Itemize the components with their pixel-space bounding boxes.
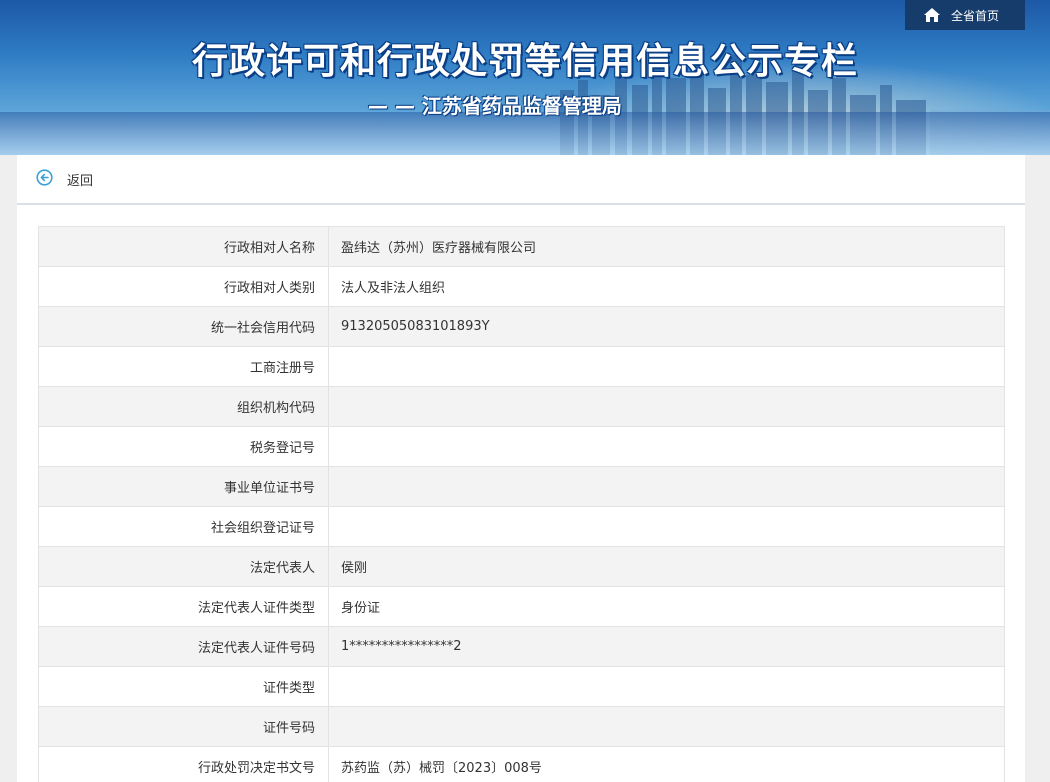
field-value [328, 346, 1005, 387]
table-row: 组织机构代码 [38, 386, 1005, 427]
field-value: 身份证 [328, 586, 1005, 627]
home-button[interactable]: 全省首页 [905, 0, 1025, 30]
field-value [328, 666, 1005, 707]
table-row: 行政相对人名称 盈纬达（苏州）医疗器械有限公司 [38, 226, 1005, 267]
field-label: 事业单位证书号 [38, 466, 329, 507]
table-row: 行政相对人类别 法人及非法人组织 [38, 266, 1005, 307]
field-value: 侯刚 [328, 546, 1005, 587]
field-value [328, 506, 1005, 547]
field-label: 工商注册号 [38, 346, 329, 387]
field-label: 社会组织登记证号 [38, 506, 329, 547]
back-bar: 返回 [17, 155, 1025, 205]
field-label: 税务登记号 [38, 426, 329, 467]
page-title: 行政许可和行政处罚等信用信息公示专栏 [191, 41, 858, 82]
home-button-label: 全省首页 [951, 8, 1000, 23]
field-value: 法人及非法人组织 [328, 266, 1005, 307]
table-row: 统一社会信用代码 91320505083101893Y [38, 306, 1005, 347]
field-value: 1****************2 [328, 626, 1005, 667]
field-label: 行政相对人名称 [38, 226, 329, 267]
table-row: 事业单位证书号 [38, 466, 1005, 507]
field-value [328, 426, 1005, 467]
field-value [328, 706, 1005, 747]
detail-panel: 返回 行政相对人名称 盈纬达（苏州）医疗器械有限公司 行政相对人类别 法人及非法人组织… [17, 155, 1025, 782]
table-row: 证件类型 [38, 666, 1005, 707]
detail-table: 行政相对人名称 盈纬达（苏州）医疗器械有限公司 行政相对人类别 法人及非法人组织 统一社… [38, 226, 1005, 782]
field-label: 组织机构代码 [38, 386, 329, 427]
table-row: 法定代表人证件号码 1****************2 [38, 626, 1005, 667]
table-row: 行政处罚决定书文号 苏药监（苏）械罚〔2023〕008号 [38, 746, 1005, 782]
table-row: 法定代表人证件类型 身份证 [38, 586, 1005, 627]
field-value [328, 466, 1005, 507]
field-label: 证件号码 [38, 706, 329, 747]
table-row: 税务登记号 [38, 426, 1005, 467]
field-value: 苏药监（苏）械罚〔2023〕008号 [328, 746, 1005, 782]
table-row: 法定代表人 侯刚 [38, 546, 1005, 587]
circle-arrow-left-icon[interactable] [36, 168, 53, 190]
field-label: 统一社会信用代码 [38, 306, 329, 347]
field-label: 法定代表人 [38, 546, 329, 587]
header-banner: 行政许可和行政处罚等信用信息公示专栏 — — 江苏省药品监督管理局 全省首页 [0, 0, 1050, 155]
page-subtitle: — — 江苏省药品监督管理局 [368, 94, 622, 118]
field-label: 法定代表人证件号码 [38, 626, 329, 667]
field-value: 91320505083101893Y [328, 306, 1005, 347]
field-label: 行政相对人类别 [38, 266, 329, 307]
field-label: 行政处罚决定书文号 [38, 746, 329, 782]
field-label: 法定代表人证件类型 [38, 586, 329, 627]
table-row: 工商注册号 [38, 346, 1005, 387]
field-label: 证件类型 [38, 666, 329, 707]
table-row: 证件号码 [38, 706, 1005, 747]
back-link[interactable]: 返回 [67, 170, 93, 189]
field-value [328, 386, 1005, 427]
table-row: 社会组织登记证号 [38, 506, 1005, 547]
field-value: 盈纬达（苏州）医疗器械有限公司 [328, 226, 1005, 267]
home-icon [923, 7, 941, 23]
